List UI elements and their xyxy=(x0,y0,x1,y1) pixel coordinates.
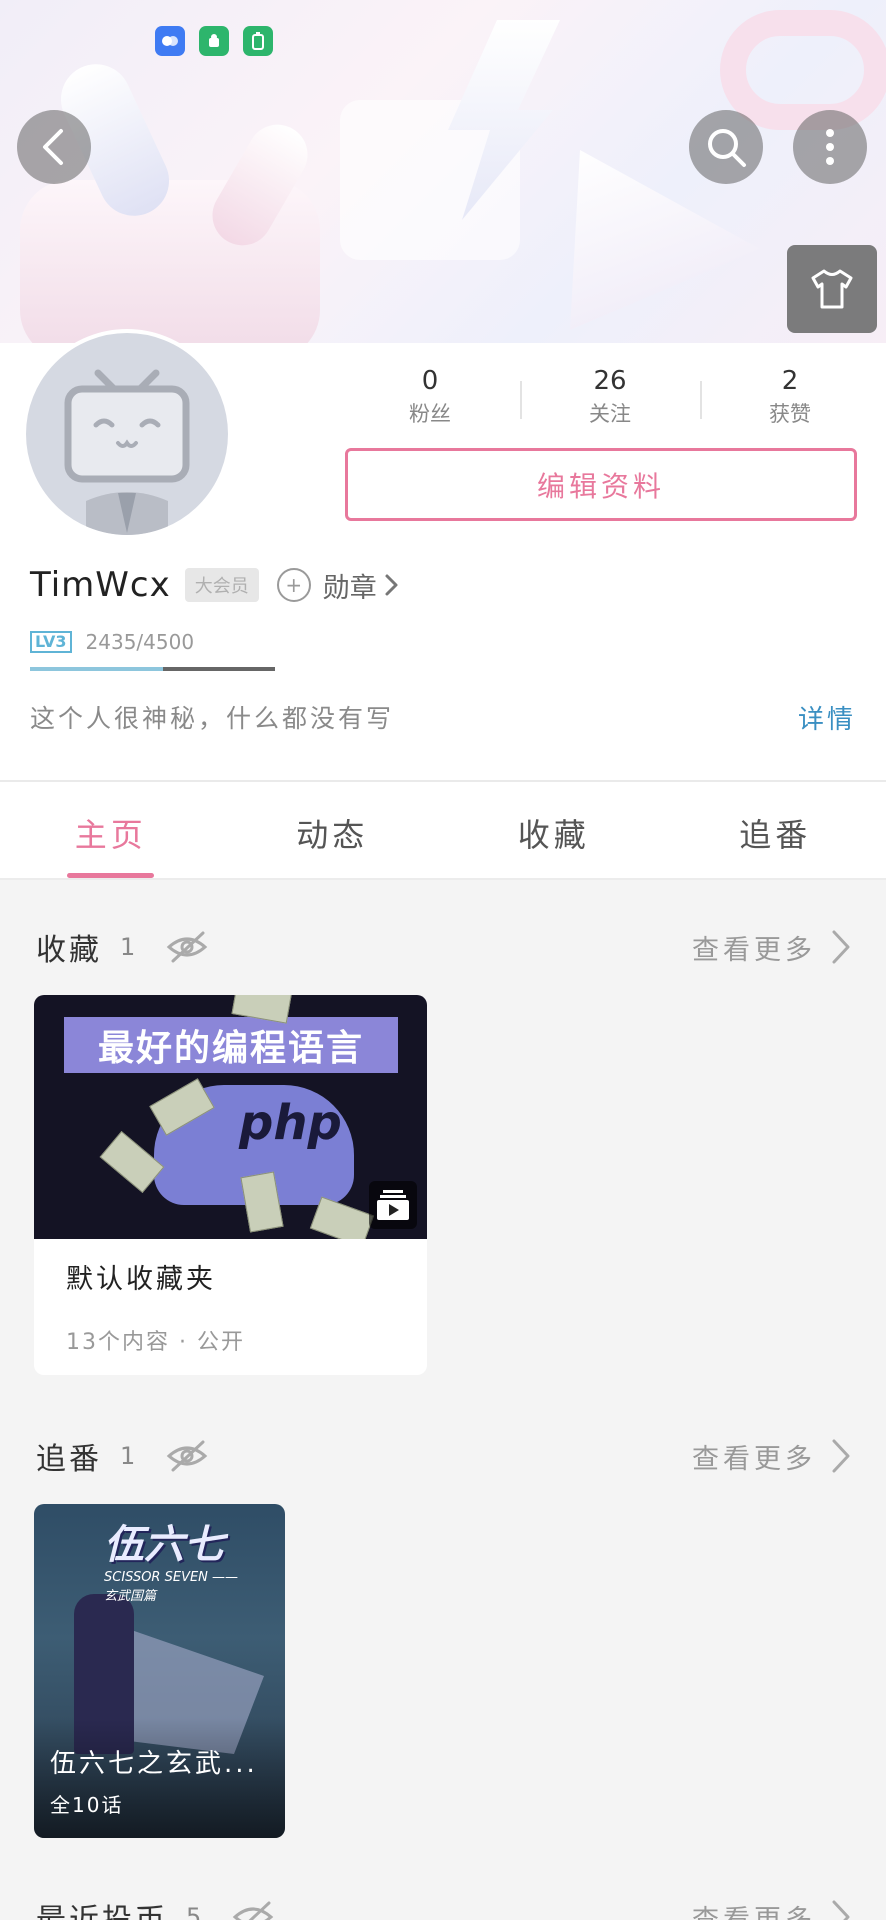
bangumi-card-title: 伍六七之玄武... xyxy=(50,1749,258,1779)
likes-label: 获赞 xyxy=(769,402,811,426)
dual-window-icon xyxy=(155,26,185,56)
recent-coins-title: 最近投币 xyxy=(36,1895,168,1920)
signature-text: 这个人很神秘，什么都没有写 xyxy=(30,704,395,733)
bangumi-title: 追番 xyxy=(36,1442,102,1477)
level-row: LV3 2435/4500 xyxy=(30,630,194,654)
likes-stat[interactable]: 2 获赞 xyxy=(700,363,880,429)
bangumi-logo-text: 伍六七 xyxy=(104,1522,224,1568)
following-label: 关注 xyxy=(589,402,631,426)
bangumi-more-label: 查看更多 xyxy=(692,1443,816,1475)
signature-row: 这个人很神秘，什么都没有写 详情 xyxy=(30,699,856,736)
medal-link[interactable]: + 勋章 xyxy=(276,566,401,605)
recent-coins-more-label: 查看更多 xyxy=(692,1904,816,1920)
eye-off-icon[interactable] xyxy=(231,1901,275,1920)
cover-banner-text: 最好的编程语言 xyxy=(64,1017,398,1073)
exp-progress-fill xyxy=(30,667,163,671)
following-count: 26 xyxy=(593,366,627,396)
favorite-folder-meta: 13个内容 · 公开 xyxy=(66,1330,245,1355)
recent-coins-section-header: 最近投币 5 查看更多 xyxy=(36,1895,852,1920)
eye-off-icon[interactable] xyxy=(165,1440,209,1472)
level-badge: LV3 xyxy=(30,631,72,653)
medal-plus-icon: + xyxy=(276,568,311,602)
android-app-icon xyxy=(199,26,229,56)
chevron-right-icon xyxy=(832,1900,850,1920)
favorites-more-link[interactable]: 查看更多 xyxy=(692,928,852,967)
exp-text: 2435/4500 xyxy=(85,630,195,654)
money-bill-image xyxy=(309,1196,375,1239)
bangumi-count: 1 xyxy=(120,1442,136,1470)
chevron-right-icon xyxy=(385,574,398,596)
bangumi-more-link[interactable]: 查看更多 xyxy=(692,1437,852,1476)
bangumi-episode-count: 全10话 xyxy=(50,1793,124,1817)
recent-coins-more-link[interactable]: 查看更多 xyxy=(692,1898,852,1920)
playlist-play-icon xyxy=(369,1181,417,1229)
following-stat[interactable]: 26 关注 xyxy=(520,363,700,429)
username: TimWcx xyxy=(30,565,171,605)
profile-stats: 0 粉丝 26 关注 2 获赞 xyxy=(340,363,880,429)
tab-home[interactable]: 主页 xyxy=(0,782,222,878)
medal-label: 勋章 xyxy=(322,572,377,604)
tab-bangumi[interactable]: 追番 xyxy=(665,782,886,878)
favorite-folder-title: 默认收藏夹 xyxy=(66,1264,216,1295)
php-logo-text: php xyxy=(239,1095,342,1151)
favorite-folder-cover: php 最好的编程语言 xyxy=(34,995,427,1239)
profile-tabs: 主页 动态 收藏 追番 xyxy=(0,780,886,880)
profile-section: 0 粉丝 26 关注 2 获赞 编辑资料 TimWcx 大会员 + 勋章 LV3… xyxy=(0,329,886,780)
vip-badge[interactable]: 大会员 xyxy=(184,568,259,602)
avatar[interactable] xyxy=(22,329,232,539)
detail-link[interactable]: 详情 xyxy=(798,699,856,736)
search-button[interactable] xyxy=(689,110,763,184)
eye-off-icon[interactable] xyxy=(165,931,209,963)
name-row: TimWcx 大会员 + 勋章 xyxy=(30,565,401,605)
bangumi-logo-subtitle: SCISSOR SEVEN —— 玄武国篇 xyxy=(104,1570,239,1604)
likes-count: 2 xyxy=(781,366,799,396)
chevron-right-icon xyxy=(832,1439,850,1473)
search-icon xyxy=(708,129,746,167)
followers-count: 0 xyxy=(421,366,439,396)
bangumi-section-header: 追番 1 查看更多 xyxy=(36,1434,852,1478)
favorites-section-header: 收藏 1 查看更多 xyxy=(36,925,852,969)
more-vertical-icon xyxy=(826,129,834,165)
status-bar-icons xyxy=(155,26,273,56)
default-tv-avatar-icon xyxy=(64,369,190,535)
chevron-left-icon xyxy=(43,129,63,165)
followers-label: 粉丝 xyxy=(409,402,451,426)
favorites-title: 收藏 xyxy=(36,933,102,968)
exp-progress-bar xyxy=(30,667,275,671)
followers-stat[interactable]: 0 粉丝 xyxy=(340,363,520,429)
recent-coins-count: 5 xyxy=(186,1903,202,1920)
more-options-button[interactable] xyxy=(793,110,867,184)
favorites-more-label: 查看更多 xyxy=(692,934,816,966)
skin-button[interactable] xyxy=(787,245,877,333)
tab-favorites[interactable]: 收藏 xyxy=(443,782,665,878)
favorites-count: 1 xyxy=(120,933,136,961)
back-button[interactable] xyxy=(17,110,91,184)
ring-decoration xyxy=(720,10,886,130)
tab-dynamics[interactable]: 动态 xyxy=(222,782,444,878)
tshirt-icon xyxy=(811,269,853,309)
recent-coins-section-title: 最近投币 5 xyxy=(36,1895,275,1920)
bangumi-logo: 伍六七 SCISSOR SEVEN —— 玄武国篇 xyxy=(104,1512,254,1604)
battery-saver-icon xyxy=(243,26,273,56)
chevron-right-icon xyxy=(832,930,850,964)
favorites-section-title: 收藏 1 xyxy=(36,925,209,969)
edit-profile-button[interactable]: 编辑资料 xyxy=(345,448,857,521)
bangumi-card[interactable]: 伍六七 SCISSOR SEVEN —— 玄武国篇 伍六七之玄武... 全10话 xyxy=(34,1504,285,1838)
favorite-folder-card[interactable]: php 最好的编程语言 默认收藏夹 13个内容 · 公开 xyxy=(34,995,427,1375)
bangumi-section-title: 追番 1 xyxy=(36,1434,209,1478)
header-banner xyxy=(0,0,886,343)
